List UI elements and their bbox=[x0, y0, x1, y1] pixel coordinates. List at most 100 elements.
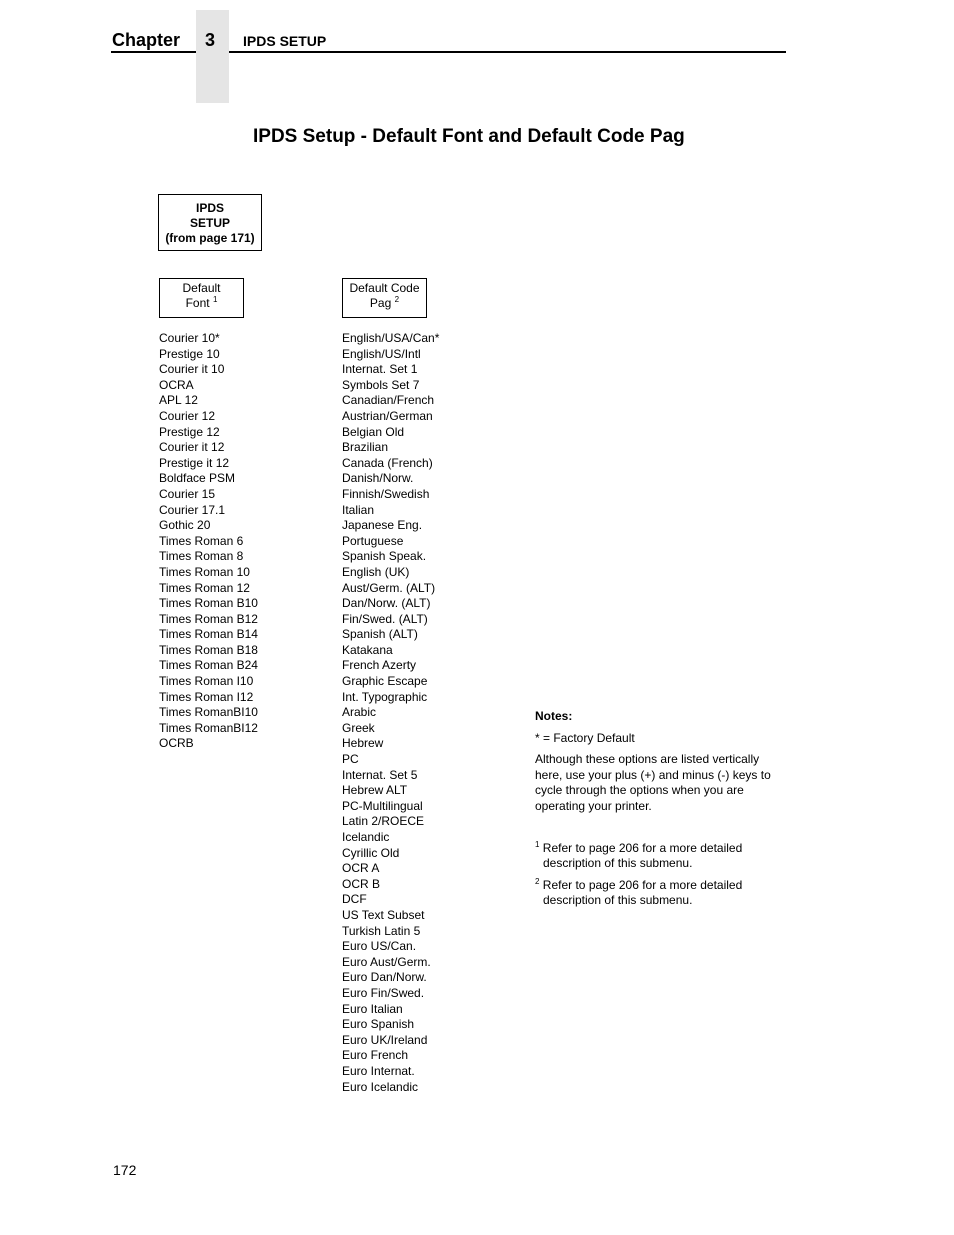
default-code-page-options-list: English/USA/Can* English/US/Intl Internat.… bbox=[342, 331, 439, 1095]
code-page-option: French Azerty bbox=[342, 658, 417, 673]
code-page-option: Austrian/German bbox=[342, 408, 433, 423]
code-page-option: Latin 2/ROECE bbox=[342, 814, 425, 829]
section-title: IPDS SETUP bbox=[243, 33, 327, 49]
footnote-ref-1: 1 bbox=[212, 295, 218, 304]
code-page-option: Spanish Speak. bbox=[342, 549, 427, 564]
code-page-option: Katakana bbox=[342, 642, 393, 657]
code-page-option: Symbols Set 7 bbox=[342, 377, 420, 392]
footnote-mark-1: 1 bbox=[535, 839, 540, 849]
font-option: Times Roman 6 bbox=[159, 533, 244, 548]
code-page-option: Hebrew ALT bbox=[342, 783, 408, 798]
font-option: Times RomanBI12 bbox=[159, 720, 258, 735]
header-rule-left bbox=[111, 51, 196, 53]
ipds-setup-line1: IPDS bbox=[195, 201, 224, 215]
font-option: Courier it 10 bbox=[159, 362, 225, 377]
factory-default-note: * = Factory Default bbox=[535, 730, 635, 745]
footnote-ref-2: 2 bbox=[394, 295, 400, 304]
code-page-option: Cyrillic Old bbox=[342, 845, 400, 860]
default-code-page-box: Default Code Pag 2 bbox=[342, 278, 427, 318]
code-page-option: Spanish (ALT) bbox=[342, 627, 418, 642]
font-option: Courier 10* bbox=[159, 331, 220, 345]
code-page-option: Internat. Set 5 bbox=[342, 767, 418, 782]
font-option: Times Roman 12 bbox=[159, 580, 250, 595]
font-option: Times RomanBI10 bbox=[159, 705, 258, 720]
page-heading: IPDS Setup - Default Font and Default Co… bbox=[253, 126, 685, 147]
code-page-option: Portuguese bbox=[342, 533, 404, 548]
code-page-option: Aust/Germ. (ALT) bbox=[342, 580, 436, 595]
font-option: OCRA bbox=[159, 377, 194, 392]
code-page-option: Euro UK/Ireland bbox=[342, 1032, 428, 1047]
code-page-option: English/USA/Can* bbox=[342, 331, 440, 345]
code-page-option: Arabic bbox=[342, 705, 377, 720]
code-page-option: English/US/Intl bbox=[342, 346, 421, 361]
page-number: 172 bbox=[113, 1162, 137, 1178]
ipds-setup-line3: (from page 171) bbox=[165, 231, 255, 245]
header-rule-right bbox=[229, 51, 786, 53]
font-option: Prestige it 12 bbox=[159, 455, 230, 470]
code-page-option: OCR B bbox=[342, 876, 381, 891]
code-page-option: Euro Icelandic bbox=[342, 1079, 419, 1094]
code-page-option: Finnish/Swedish bbox=[342, 486, 430, 501]
font-option: Times Roman I12 bbox=[159, 689, 254, 704]
default-code-page-line2: Pag bbox=[369, 296, 392, 310]
code-page-option: Brazilian bbox=[342, 440, 389, 455]
code-page-option: Euro Spanish bbox=[342, 1017, 415, 1032]
code-page-option: Graphic Escape bbox=[342, 674, 428, 689]
code-page-option: Danish/Norw. bbox=[342, 471, 414, 486]
code-page-option: PC-Multilingual bbox=[342, 798, 423, 813]
footnote-2: 2 Refer to page 206 for a more detailed … bbox=[535, 876, 785, 909]
chapter-label: Chapter bbox=[112, 30, 181, 50]
font-option: OCRB bbox=[159, 736, 194, 751]
code-page-option: Euro Fin/Swed. bbox=[342, 985, 425, 1000]
footnote-text-2: Refer to page 206 for a more detailed de… bbox=[542, 877, 743, 908]
code-page-option: Euro Dan/Norw. bbox=[342, 970, 427, 985]
font-option: Times Roman I10 bbox=[159, 674, 254, 689]
code-page-option: Dan/Norw. (ALT) bbox=[342, 596, 431, 611]
code-page-option: Hebrew bbox=[342, 736, 384, 751]
font-option: Times Roman B10 bbox=[159, 596, 258, 611]
code-page-option: OCR A bbox=[342, 861, 380, 876]
font-option: Prestige 10 bbox=[159, 346, 220, 361]
font-option: APL 12 bbox=[159, 393, 198, 408]
code-page-option: Icelandic bbox=[342, 830, 390, 844]
font-option: Prestige 12 bbox=[159, 424, 220, 439]
font-option: Courier 17.1 bbox=[159, 502, 226, 517]
chapter-number: 3 bbox=[205, 30, 216, 50]
code-page-option: Greek bbox=[342, 720, 375, 735]
notes-title: Notes: bbox=[535, 709, 573, 723]
font-option: Courier it 12 bbox=[159, 440, 225, 455]
default-font-options-list: Courier 10* Prestige 10 Courier it 10 OCRA A… bbox=[159, 331, 258, 752]
font-option: Courier 15 bbox=[159, 486, 216, 501]
code-page-option: US Text Subset bbox=[342, 907, 425, 922]
code-page-option: Japanese Eng. bbox=[342, 518, 423, 533]
code-page-option: Euro French bbox=[342, 1048, 409, 1063]
default-code-page-line1: Default Code bbox=[349, 281, 420, 295]
code-page-option: Belgian Old bbox=[342, 424, 405, 439]
default-font-box: Default Font 1 bbox=[159, 278, 244, 318]
default-font-line2: Font bbox=[185, 296, 210, 310]
code-page-option: Int. Typographic bbox=[342, 689, 428, 704]
code-page-option: Euro Aust/Germ. bbox=[342, 954, 431, 969]
notes-section: Notes: * = Factory Default Although thes… bbox=[535, 709, 785, 915]
code-page-option: Canadian/French bbox=[342, 393, 435, 408]
code-page-option: Internat. Set 1 bbox=[342, 362, 418, 377]
code-page-option: PC bbox=[342, 752, 359, 767]
chapter-tab-shade bbox=[196, 10, 229, 103]
footnote-mark-2: 2 bbox=[535, 876, 540, 886]
font-option: Times Roman B18 bbox=[159, 642, 258, 657]
font-option: Times Roman B12 bbox=[159, 611, 258, 626]
code-page-option: Euro Italian bbox=[342, 1001, 403, 1016]
default-font-line1: Default bbox=[182, 281, 221, 295]
footnote-text-1: Refer to page 206 for a more detailed de… bbox=[542, 840, 743, 871]
code-page-option: Fin/Swed. (ALT) bbox=[342, 611, 428, 626]
font-option: Times Roman B14 bbox=[159, 627, 258, 642]
code-page-option: DCF bbox=[342, 892, 367, 907]
code-page-option: English (UK) bbox=[342, 564, 410, 579]
font-option: Times Roman 10 bbox=[159, 564, 250, 579]
font-option: Times Roman B24 bbox=[159, 658, 258, 673]
notes-body: Although these options are listed vertic… bbox=[535, 752, 771, 813]
ipds-setup-line2: SETUP bbox=[189, 216, 230, 230]
font-option: Boldface PSM bbox=[159, 471, 236, 486]
code-page-option: Euro Internat. bbox=[342, 1063, 415, 1078]
code-page-option: Turkish Latin 5 bbox=[342, 923, 421, 938]
